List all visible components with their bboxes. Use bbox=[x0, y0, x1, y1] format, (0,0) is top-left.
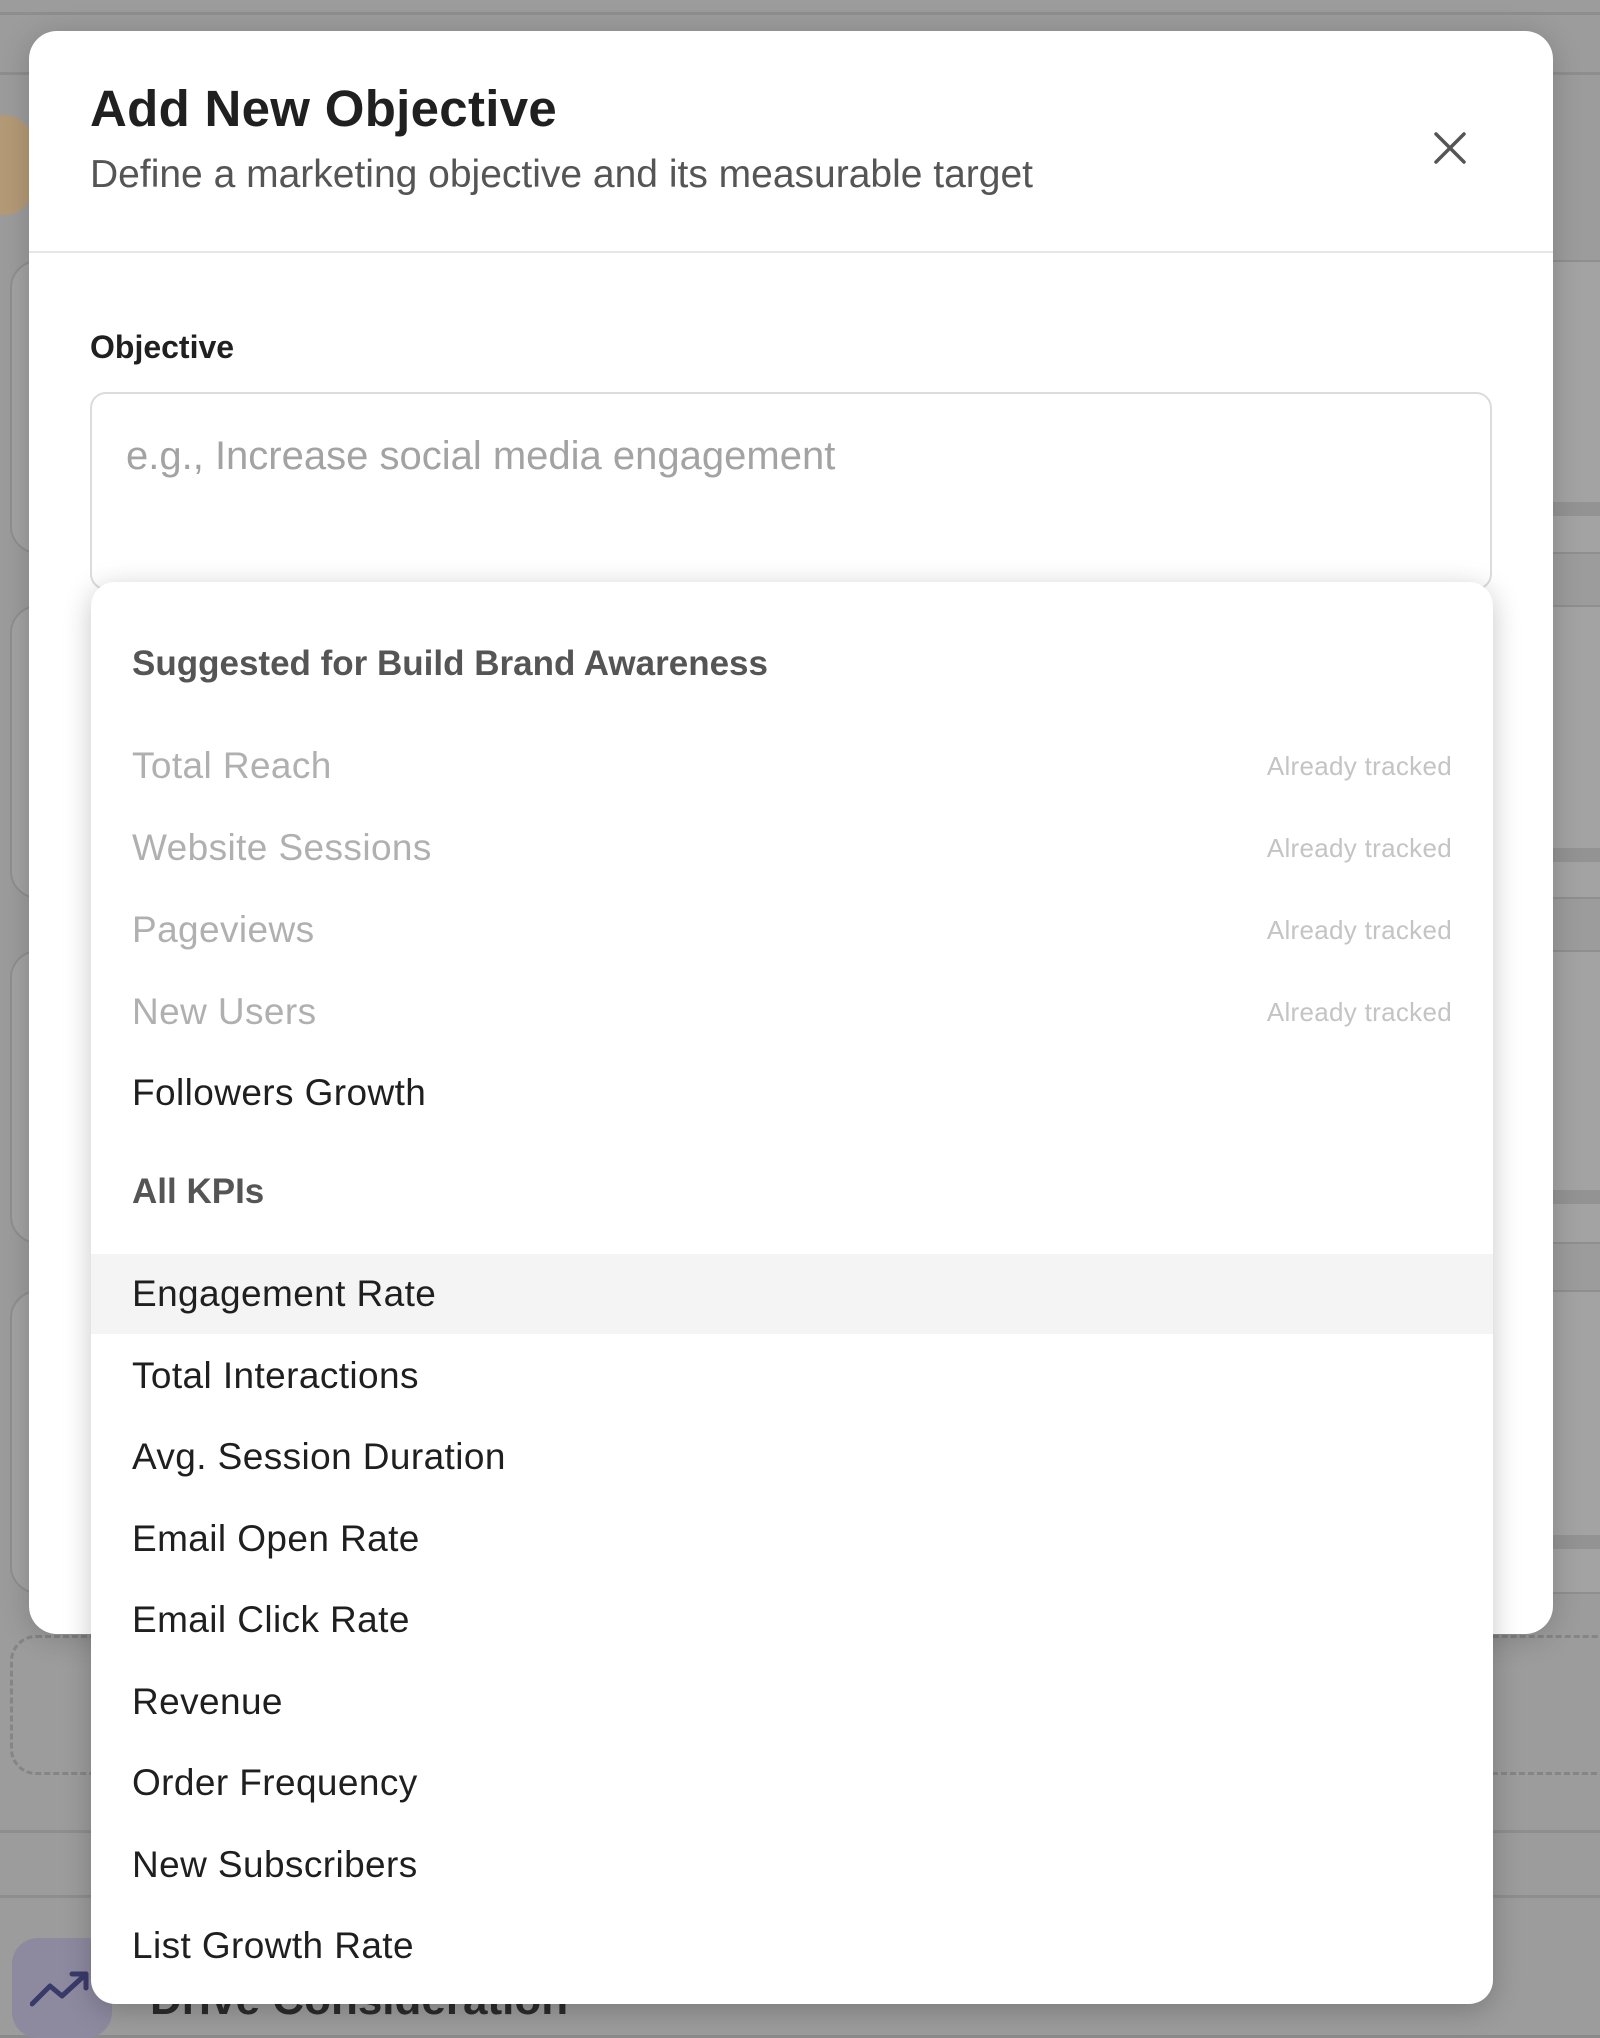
suggested-kpi-option[interactable]: Followers Growth bbox=[91, 1053, 1493, 1133]
kpi-option-label: List Growth Rate bbox=[132, 1925, 414, 1966]
kpi-option-label: Order Frequency bbox=[132, 1762, 418, 1803]
kpi-dropdown: Suggested for Build Brand Awareness Tota… bbox=[91, 582, 1493, 2004]
already-tracked-note: Already tracked bbox=[1266, 750, 1452, 781]
kpi-option[interactable]: Total Interactions bbox=[91, 1336, 1493, 1416]
kpi-option[interactable]: Revenue bbox=[91, 1662, 1493, 1742]
suggested-kpi-option: Pageviews Already tracked bbox=[91, 890, 1493, 970]
kpi-option[interactable]: New Subscribers bbox=[91, 1825, 1493, 1905]
modal-title: Add New Objective bbox=[90, 80, 558, 137]
close-button[interactable] bbox=[1419, 117, 1481, 179]
kpi-option-label: Followers Growth bbox=[132, 1072, 427, 1113]
kpi-option[interactable]: Order Frequency bbox=[91, 1743, 1493, 1823]
modal-header: Add New Objective Define a marketing obj… bbox=[29, 31, 1553, 253]
suggested-group-heading: Suggested for Build Brand Awareness bbox=[132, 644, 768, 683]
kpi-option-label: New Subscribers bbox=[132, 1844, 418, 1885]
objective-input[interactable] bbox=[90, 392, 1492, 590]
suggested-kpi-option: New Users Already tracked bbox=[91, 972, 1493, 1052]
kpi-option-label: Total Interactions bbox=[132, 1355, 419, 1396]
kpi-option-label: New Users bbox=[132, 991, 317, 1032]
close-icon bbox=[1434, 132, 1466, 164]
already-tracked-note: Already tracked bbox=[1266, 914, 1452, 945]
kpi-option-label: Total Reach bbox=[132, 745, 332, 786]
kpi-option[interactable]: Email Click Rate bbox=[91, 1580, 1493, 1660]
objective-label: Objective bbox=[90, 329, 235, 365]
kpi-option-label: Website Sessions bbox=[132, 827, 432, 868]
background-divider bbox=[0, 12, 1600, 15]
kpi-option-label: Engagement Rate bbox=[132, 1273, 437, 1314]
suggested-kpi-option: Total Reach Already tracked bbox=[91, 726, 1493, 806]
kpi-option[interactable]: Email Open Rate bbox=[91, 1499, 1493, 1579]
already-tracked-note: Already tracked bbox=[1266, 996, 1452, 1027]
kpi-option[interactable]: Avg. Session Duration bbox=[91, 1417, 1493, 1497]
kpi-option-label: Pageviews bbox=[132, 909, 315, 950]
modal-subtitle: Define a marketing objective and its mea… bbox=[90, 153, 1034, 196]
already-tracked-note: Already tracked bbox=[1266, 832, 1452, 863]
kpi-option-label: Email Open Rate bbox=[132, 1518, 420, 1559]
kpi-option-label: Revenue bbox=[132, 1681, 283, 1722]
kpi-option-label: Email Click Rate bbox=[132, 1599, 410, 1640]
all-kpis-heading: All KPIs bbox=[132, 1172, 265, 1211]
kpi-option-label: Avg. Session Duration bbox=[132, 1436, 506, 1477]
suggested-kpi-option: Website Sessions Already tracked bbox=[91, 808, 1493, 888]
kpi-option[interactable]: List Growth Rate bbox=[91, 1906, 1493, 1986]
kpi-option[interactable]: Engagement Rate bbox=[91, 1254, 1493, 1334]
